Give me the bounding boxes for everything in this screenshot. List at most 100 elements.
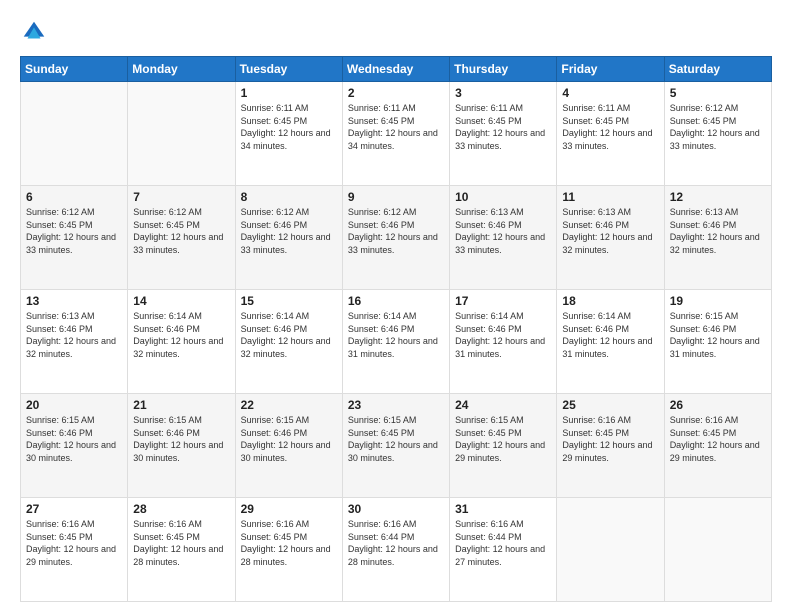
weekday-header-tuesday: Tuesday	[235, 57, 342, 82]
weekday-header-sunday: Sunday	[21, 57, 128, 82]
logo	[20, 18, 52, 46]
day-number: 23	[348, 398, 444, 412]
calendar-cell: 16 Sunrise: 6:14 AM Sunset: 6:46 PM Dayli…	[342, 290, 449, 394]
calendar-cell: 6 Sunrise: 6:12 AM Sunset: 6:45 PM Daylig…	[21, 186, 128, 290]
day-info: Sunrise: 6:12 AM Sunset: 6:46 PM Dayligh…	[348, 206, 444, 256]
day-info: Sunrise: 6:11 AM Sunset: 6:45 PM Dayligh…	[348, 102, 444, 152]
weekday-header-monday: Monday	[128, 57, 235, 82]
calendar-table: SundayMondayTuesdayWednesdayThursdayFrid…	[20, 56, 772, 602]
day-info: Sunrise: 6:11 AM Sunset: 6:45 PM Dayligh…	[562, 102, 658, 152]
day-info: Sunrise: 6:14 AM Sunset: 6:46 PM Dayligh…	[348, 310, 444, 360]
calendar-cell: 8 Sunrise: 6:12 AM Sunset: 6:46 PM Daylig…	[235, 186, 342, 290]
day-number: 17	[455, 294, 551, 308]
calendar-cell: 4 Sunrise: 6:11 AM Sunset: 6:45 PM Daylig…	[557, 82, 664, 186]
day-number: 14	[133, 294, 229, 308]
day-number: 7	[133, 190, 229, 204]
day-number: 9	[348, 190, 444, 204]
weekday-header-row: SundayMondayTuesdayWednesdayThursdayFrid…	[21, 57, 772, 82]
calendar-cell: 30Sunrise: 6:16 AM Sunset: 6:44 PM Dayli…	[342, 498, 449, 602]
day-info: Sunrise: 6:15 AM Sunset: 6:46 PM Dayligh…	[241, 414, 337, 464]
week-row-3: 13Sunrise: 6:13 AM Sunset: 6:46 PM Dayli…	[21, 290, 772, 394]
calendar-cell: 2 Sunrise: 6:11 AM Sunset: 6:45 PM Daylig…	[342, 82, 449, 186]
day-info: Sunrise: 6:16 AM Sunset: 6:44 PM Dayligh…	[348, 518, 444, 568]
calendar-cell: 24 Sunrise: 6:15 AM Sunset: 6:45 PM Dayli…	[450, 394, 557, 498]
day-info: Sunrise: 6:16 AM Sunset: 6:44 PM Dayligh…	[455, 518, 551, 568]
calendar-cell: 23Sunrise: 6:15 AM Sunset: 6:45 PM Dayli…	[342, 394, 449, 498]
calendar-cell: 20 Sunrise: 6:15 AM Sunset: 6:46 PM Dayli…	[21, 394, 128, 498]
day-number: 18	[562, 294, 658, 308]
day-number: 3	[455, 86, 551, 100]
day-info: Sunrise: 6:14 AM Sunset: 6:46 PM Dayligh…	[455, 310, 551, 360]
calendar-cell	[664, 498, 771, 602]
day-number: 25	[562, 398, 658, 412]
calendar-cell: 12 Sunrise: 6:13 AM Sunset: 6:46 PM Dayli…	[664, 186, 771, 290]
page-header	[20, 18, 772, 46]
calendar-cell: 27 Sunrise: 6:16 AM Sunset: 6:45 PM Dayli…	[21, 498, 128, 602]
day-info: Sunrise: 6:13 AM Sunset: 6:46 PM Dayligh…	[455, 206, 551, 256]
day-number: 10	[455, 190, 551, 204]
week-row-5: 27 Sunrise: 6:16 AM Sunset: 6:45 PM Dayli…	[21, 498, 772, 602]
day-info: Sunrise: 6:13 AM Sunset: 6:46 PM Dayligh…	[26, 310, 122, 360]
day-number: 24	[455, 398, 551, 412]
day-number: 12	[670, 190, 766, 204]
day-info: Sunrise: 6:15 AM Sunset: 6:45 PM Dayligh…	[455, 414, 551, 464]
weekday-header-thursday: Thursday	[450, 57, 557, 82]
week-row-2: 6 Sunrise: 6:12 AM Sunset: 6:45 PM Daylig…	[21, 186, 772, 290]
day-number: 1	[241, 86, 337, 100]
calendar-cell: 11Sunrise: 6:13 AM Sunset: 6:46 PM Dayli…	[557, 186, 664, 290]
day-info: Sunrise: 6:14 AM Sunset: 6:46 PM Dayligh…	[562, 310, 658, 360]
calendar-cell: 22 Sunrise: 6:15 AM Sunset: 6:46 PM Dayli…	[235, 394, 342, 498]
calendar-cell	[128, 82, 235, 186]
day-number: 22	[241, 398, 337, 412]
calendar-cell: 29 Sunrise: 6:16 AM Sunset: 6:45 PM Dayli…	[235, 498, 342, 602]
day-info: Sunrise: 6:14 AM Sunset: 6:46 PM Dayligh…	[241, 310, 337, 360]
calendar-cell: 9 Sunrise: 6:12 AM Sunset: 6:46 PM Daylig…	[342, 186, 449, 290]
calendar-cell	[557, 498, 664, 602]
day-number: 28	[133, 502, 229, 516]
weekday-header-friday: Friday	[557, 57, 664, 82]
calendar-cell: 10 Sunrise: 6:13 AM Sunset: 6:46 PM Dayli…	[450, 186, 557, 290]
day-info: Sunrise: 6:16 AM Sunset: 6:45 PM Dayligh…	[26, 518, 122, 568]
calendar-cell: 3 Sunrise: 6:11 AM Sunset: 6:45 PM Daylig…	[450, 82, 557, 186]
calendar-page: SundayMondayTuesdayWednesdayThursdayFrid…	[0, 0, 792, 612]
day-info: Sunrise: 6:14 AM Sunset: 6:46 PM Dayligh…	[133, 310, 229, 360]
calendar-cell: 7 Sunrise: 6:12 AM Sunset: 6:45 PM Daylig…	[128, 186, 235, 290]
day-info: Sunrise: 6:11 AM Sunset: 6:45 PM Dayligh…	[455, 102, 551, 152]
day-number: 26	[670, 398, 766, 412]
day-info: Sunrise: 6:16 AM Sunset: 6:45 PM Dayligh…	[670, 414, 766, 464]
calendar-cell: 1Sunrise: 6:11 AM Sunset: 6:45 PM Daylig…	[235, 82, 342, 186]
day-info: Sunrise: 6:12 AM Sunset: 6:46 PM Dayligh…	[241, 206, 337, 256]
day-number: 6	[26, 190, 122, 204]
calendar-cell: 15 Sunrise: 6:14 AM Sunset: 6:46 PM Dayli…	[235, 290, 342, 394]
day-number: 5	[670, 86, 766, 100]
day-number: 19	[670, 294, 766, 308]
day-number: 16	[348, 294, 444, 308]
week-row-1: 1 Sunrise: 6:11 AM Sunset: 6:45 PM Daylig…	[21, 82, 772, 186]
calendar-cell: 5 Sunrise: 6:12 AM Sunset: 6:45 PM Daylig…	[664, 82, 771, 186]
day-info: Sunrise: 6:12 AM Sunset: 6:45 PM Dayligh…	[133, 206, 229, 256]
day-number: 27	[26, 502, 122, 516]
day-info: Sunrise: 6:12 AM Sunset: 6:45 PM Dayligh…	[26, 206, 122, 256]
day-info: Sunrise: 6:16 AM Sunset: 6:45 PM Dayligh…	[133, 518, 229, 568]
day-number: 2	[348, 86, 444, 100]
day-number: 8	[241, 190, 337, 204]
day-number: 4	[562, 86, 658, 100]
day-info: Sunrise: 6:13 AM Sunset: 6:46 PM Dayligh…	[562, 206, 658, 256]
day-info: Sunrise: 6:15 AM Sunset: 6:46 PM Dayligh…	[26, 414, 122, 464]
day-number: 15	[241, 294, 337, 308]
logo-icon	[20, 18, 48, 46]
calendar-cell	[21, 82, 128, 186]
day-info: Sunrise: 6:16 AM Sunset: 6:45 PM Dayligh…	[562, 414, 658, 464]
day-info: Sunrise: 6:16 AM Sunset: 6:45 PM Dayligh…	[241, 518, 337, 568]
week-row-4: 20 Sunrise: 6:15 AM Sunset: 6:46 PM Dayli…	[21, 394, 772, 498]
day-info: Sunrise: 6:12 AM Sunset: 6:45 PM Dayligh…	[670, 102, 766, 152]
calendar-cell: 14 Sunrise: 6:14 AM Sunset: 6:46 PM Dayli…	[128, 290, 235, 394]
calendar-cell: 26 Sunrise: 6:16 AM Sunset: 6:45 PM Dayli…	[664, 394, 771, 498]
day-number: 29	[241, 502, 337, 516]
day-number: 31	[455, 502, 551, 516]
day-info: Sunrise: 6:15 AM Sunset: 6:46 PM Dayligh…	[670, 310, 766, 360]
day-info: Sunrise: 6:13 AM Sunset: 6:46 PM Dayligh…	[670, 206, 766, 256]
day-number: 20	[26, 398, 122, 412]
day-number: 21	[133, 398, 229, 412]
calendar-cell: 21Sunrise: 6:15 AM Sunset: 6:46 PM Dayli…	[128, 394, 235, 498]
